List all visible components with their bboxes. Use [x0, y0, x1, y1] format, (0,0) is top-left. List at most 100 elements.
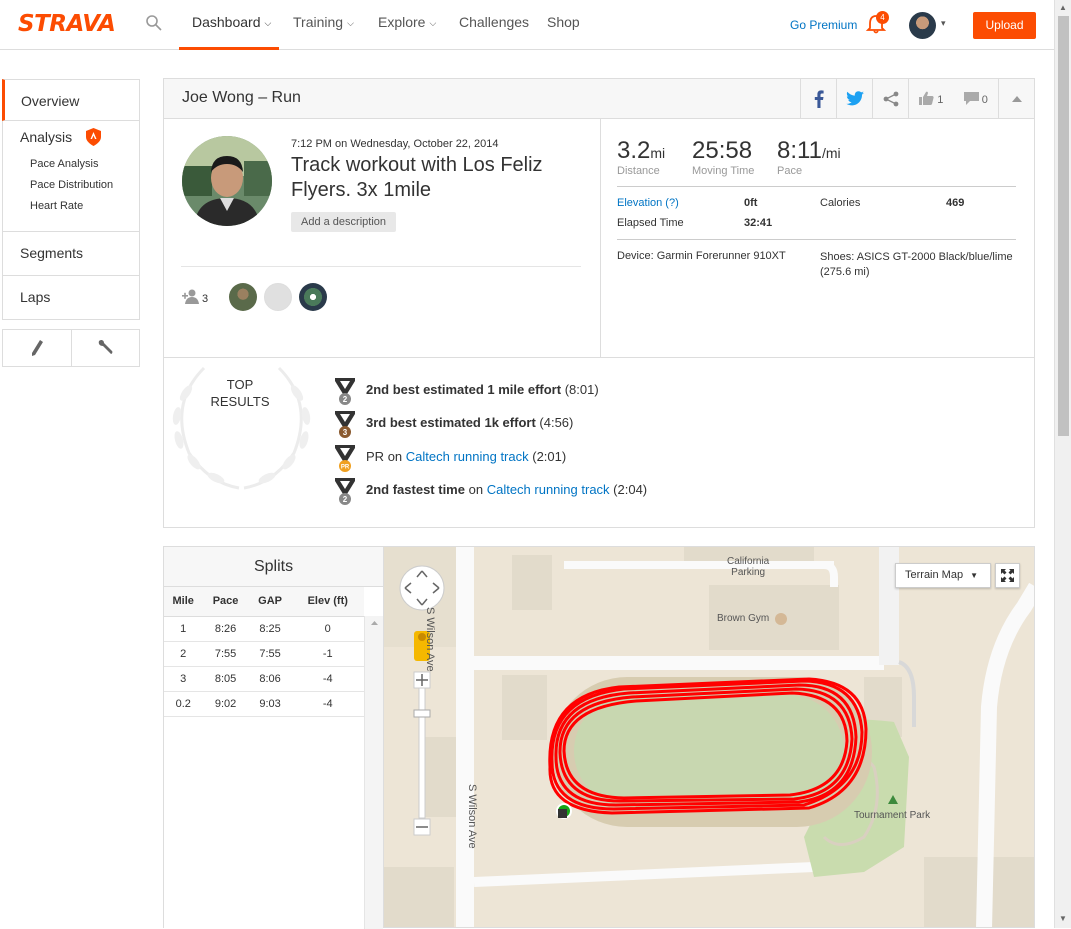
add-description-button[interactable]: Add a description	[291, 212, 396, 232]
activity-name: Track workout with Los Feliz Flyers. 3x …	[291, 154, 543, 201]
table-row[interactable]: 2 7:55 7:55 -1	[164, 641, 364, 667]
medal-silver-icon: 2	[335, 478, 355, 505]
splits-scrollbar[interactable]	[364, 616, 383, 929]
chevron-down-icon[interactable]: ▾	[941, 18, 946, 29]
shoes-info: Shoes: ASICS GT-2000 Black/blue/lime (27…	[820, 251, 1013, 278]
device-info: Device: Garmin Forerunner 910XT	[617, 250, 786, 262]
kudos-count: 1	[937, 94, 944, 106]
column-header: Elev (ft)	[291, 587, 364, 617]
twitter-icon	[845, 91, 864, 106]
map-label-tournament-park: Tournament Park	[854, 810, 931, 821]
nav-challenges[interactable]: Challenges	[459, 14, 529, 30]
activity-datetime: 7:12 PM on Wednesday, October 22, 2014	[291, 138, 499, 150]
athlete-count: 3	[202, 293, 209, 305]
edit-button[interactable]	[3, 330, 72, 366]
scroll-down-arrow-icon[interactable]: ▼	[1059, 914, 1067, 923]
nav-shop[interactable]: Shop	[547, 14, 580, 30]
cell: 8:05	[202, 666, 249, 692]
cell: -4	[291, 691, 364, 717]
scroll-up-arrow-icon[interactable]	[365, 617, 384, 629]
settings-button[interactable]	[72, 330, 140, 366]
cell: 9:03	[248, 691, 292, 717]
chevron-down-icon: ⌵	[347, 18, 354, 28]
pencil-icon	[31, 340, 43, 356]
comment-button[interactable]: 0	[963, 91, 988, 106]
facebook-share-button[interactable]	[800, 79, 836, 118]
cell: 0	[291, 616, 364, 642]
activity-summary-panel: Joe Wong – Run 1 0 7:12 PM on Wednesday,…	[163, 78, 1035, 528]
upload-button[interactable]: Upload	[973, 12, 1036, 39]
cell: 7:55	[202, 641, 249, 667]
activity-header: Joe Wong – Run 1 0	[164, 79, 1034, 119]
sidebar-item-overview[interactable]: Overview	[2, 79, 140, 121]
scroll-up-arrow-icon[interactable]: ▲	[1059, 3, 1067, 12]
column-header: Pace	[202, 587, 249, 617]
calories-value: 469	[946, 197, 965, 209]
column-header: Mile	[164, 587, 203, 617]
collapse-button[interactable]	[998, 79, 1034, 118]
achievement-title: 2nd best estimated 1 mile effort	[366, 382, 562, 397]
group-athlete-avatar[interactable]	[229, 283, 257, 311]
divider	[181, 266, 581, 267]
cell: 1	[164, 616, 203, 642]
map-label-street: S Wilson Ave	[424, 607, 436, 672]
segment-link[interactable]: Caltech running track	[487, 482, 610, 497]
segment-link[interactable]: Caltech running track	[406, 449, 529, 464]
table-header-row: Mile Pace GAP Elev (ft)	[164, 587, 364, 617]
chevron-down-icon: ⌵	[264, 18, 272, 28]
sidebar-item-analysis[interactable]: Analysis	[20, 128, 139, 146]
sidebar-item-pace-analysis[interactable]: Pace Analysis	[30, 158, 139, 170]
share-button[interactable]	[872, 79, 908, 118]
stat-pace: 8:11/mi Pace	[777, 137, 841, 177]
strava-logo[interactable]: STRAVA	[18, 11, 116, 37]
elevation-help-link[interactable]: Elevation (?)	[617, 197, 679, 209]
medal-pr-icon: PR	[335, 445, 355, 472]
group-athlete-avatar[interactable]	[299, 283, 327, 311]
cell: 2	[164, 641, 203, 667]
athlete-photo[interactable]	[182, 136, 272, 226]
divider	[617, 239, 1016, 240]
medal-rank: 3	[343, 428, 348, 437]
cell: 8:06	[248, 666, 292, 692]
scrollbar-thumb[interactable]	[1058, 16, 1069, 436]
group-athletes-icon	[182, 289, 199, 304]
facebook-icon	[814, 89, 824, 108]
group-athlete-avatar[interactable]	[264, 283, 292, 311]
elevation-value: 0ft	[744, 197, 758, 209]
medal-rank: 2	[343, 395, 348, 404]
kudos-button[interactable]: 1	[919, 91, 943, 106]
stat-distance: 3.2mi Distance	[617, 137, 666, 177]
go-premium-link[interactable]: Go Premium	[790, 18, 857, 32]
sidebar-item-heart-rate[interactable]: Heart Rate	[30, 200, 139, 212]
comment-count: 0	[981, 93, 988, 106]
sidebar-item-segments[interactable]: Segments	[2, 232, 140, 276]
map-type-dropdown[interactable]: Terrain Map ▼	[895, 563, 991, 588]
elapsed-time-label: Elapsed Time	[617, 217, 684, 229]
table-row[interactable]: 3 8:05 8:06 -4	[164, 666, 364, 692]
fullscreen-button[interactable]	[995, 563, 1020, 588]
sidebar-item-pace-distribution[interactable]: Pace Distribution	[30, 179, 139, 191]
sidebar-item-laps[interactable]: Laps	[2, 276, 140, 320]
achievement-time: (4:56)	[539, 415, 574, 430]
cell: -1	[291, 641, 364, 667]
user-avatar[interactable]	[909, 12, 936, 39]
top-results-title: TOP RESULTS	[210, 377, 270, 409]
achievement-title: 2nd fastest time	[366, 482, 465, 497]
chevron-down-icon: ▼	[970, 571, 979, 580]
splits-panel: Splits Mile Pace GAP Elev (ft) 1 8:26 8:25…	[163, 546, 383, 929]
achievement-connector: on	[387, 449, 403, 464]
twitter-share-button[interactable]	[836, 79, 872, 118]
achievement-time: (2:04)	[613, 482, 648, 497]
page-scrollbar[interactable]: ▲ ▼	[1054, 0, 1071, 928]
table-row[interactable]: 0.2 9:02 9:03 -4	[164, 691, 364, 717]
activity-map[interactable]: California Parking Brown Gym Tournament …	[383, 546, 1035, 928]
elapsed-time-value: 32:41	[744, 217, 773, 229]
nav-dashboard[interactable]: Dashboard ⌵	[192, 14, 271, 30]
sidebar-analysis-group: Analysis Pace Analysis Pace Distribution…	[2, 121, 140, 232]
comment-icon	[963, 91, 979, 105]
nav-explore[interactable]: Explore ⌵	[378, 14, 436, 30]
nav-training[interactable]: Training ⌵	[293, 14, 354, 30]
wrench-icon	[98, 339, 113, 354]
search-icon[interactable]	[145, 14, 163, 32]
table-row[interactable]: 1 8:26 8:25 0	[164, 616, 364, 642]
